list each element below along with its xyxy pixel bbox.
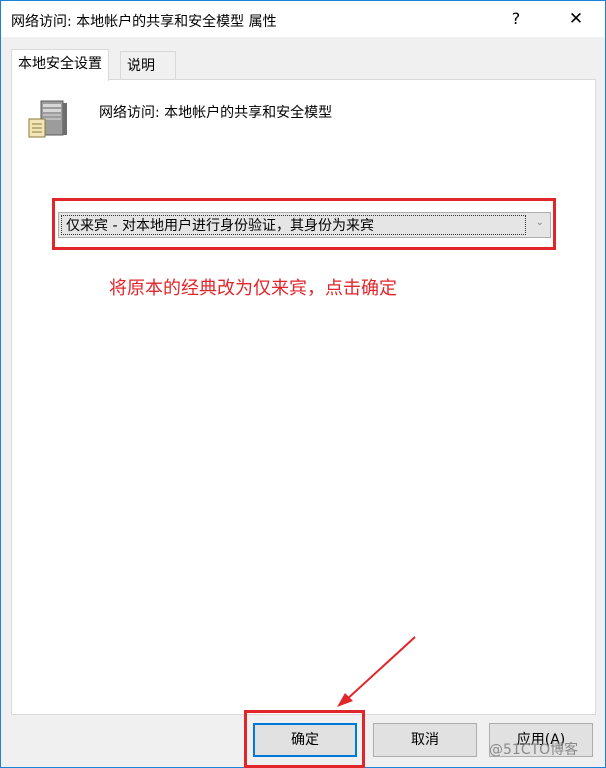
dropdown-focus-rect: 仅来宾 - 对本地用户进行身份验证，其身份为来宾: [61, 215, 526, 235]
server-icon: [28, 100, 67, 138]
chevron-down-icon[interactable]: ⌄: [536, 217, 544, 228]
dropdown-selected-value: 仅来宾 - 对本地用户进行身份验证，其身份为来宾: [66, 218, 374, 234]
tab-explain[interactable]: 说明: [120, 51, 176, 80]
tab-local-security-setting[interactable]: 本地安全设置: [11, 49, 109, 81]
title-bar: 网络访问: 本地帐户的共享和安全模型 属性 ? ✕: [1, 1, 605, 37]
help-button[interactable]: ?: [493, 1, 539, 37]
security-model-dropdown[interactable]: 仅来宾 - 对本地用户进行身份验证，其身份为来宾 ⌄: [58, 212, 551, 238]
watermark: @51CTO博客: [489, 742, 579, 758]
annotation-note: 将原本的经典改为仅来宾，点击确定: [109, 278, 397, 299]
properties-dialog: 网络访问: 本地帐户的共享和安全模型 属性 ? ✕ 本地安全设置 说明 网络访问…: [0, 0, 606, 768]
tab-panel: [11, 79, 596, 715]
ok-button[interactable]: 确定: [253, 723, 357, 757]
policy-name-label: 网络访问: 本地帐户的共享和安全模型: [99, 105, 333, 121]
annotation-arrow-icon: [337, 636, 416, 707]
window-title: 网络访问: 本地帐户的共享和安全模型 属性: [11, 14, 277, 30]
cancel-button[interactable]: 取消: [373, 723, 477, 757]
close-button[interactable]: ✕: [553, 1, 599, 37]
